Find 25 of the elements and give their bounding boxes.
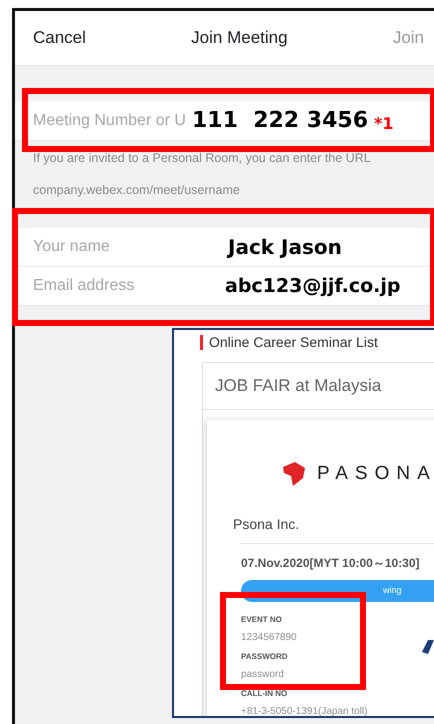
- hint-text: company.webex.com/meet/username: [32, 182, 241, 199]
- placeholder-text: Meeting Number or U: [33, 110, 186, 130]
- event-date: 07.Nov.2020[MYT 10:00～10:30]: [241, 543, 434, 572]
- event-title: JOB FAIR at Malaysia: [203, 363, 434, 410]
- detail-label: CALL-IN NO: [241, 688, 288, 700]
- detail-value: 1234567890: [241, 631, 298, 645]
- detail-label: EVENT NO: [241, 614, 282, 626]
- detail-value: password: [241, 668, 285, 682]
- meeting-number-value: 111 222 3456: [192, 107, 368, 135]
- arrow-icon: [422, 640, 434, 654]
- logo-text: PASONA: [317, 462, 434, 486]
- company-name: Psona Inc.: [233, 515, 300, 534]
- screen-title: Join Meeting: [191, 27, 288, 50]
- detail-label: PASSWORD: [241, 651, 288, 663]
- footnote-mark: *1: [374, 112, 394, 134]
- field-value: abc123@jjf.co.jp: [225, 274, 400, 299]
- detail-value: +81-3-5050-1391(Japan toll): [241, 705, 368, 716]
- placeholder-text: Email address: [33, 276, 136, 296]
- accent-bar: [200, 335, 203, 350]
- field-value: Jack Jason: [228, 234, 342, 261]
- hint-text: If you are invited to a Personal Room, you can enter the URL: [32, 150, 372, 167]
- placeholder-text: Your name: [33, 237, 111, 257]
- cancel-button[interactable]: Cancel: [33, 25, 86, 51]
- logo-icon: [283, 462, 305, 486]
- section-heading: Online Career Seminar List: [209, 333, 378, 352]
